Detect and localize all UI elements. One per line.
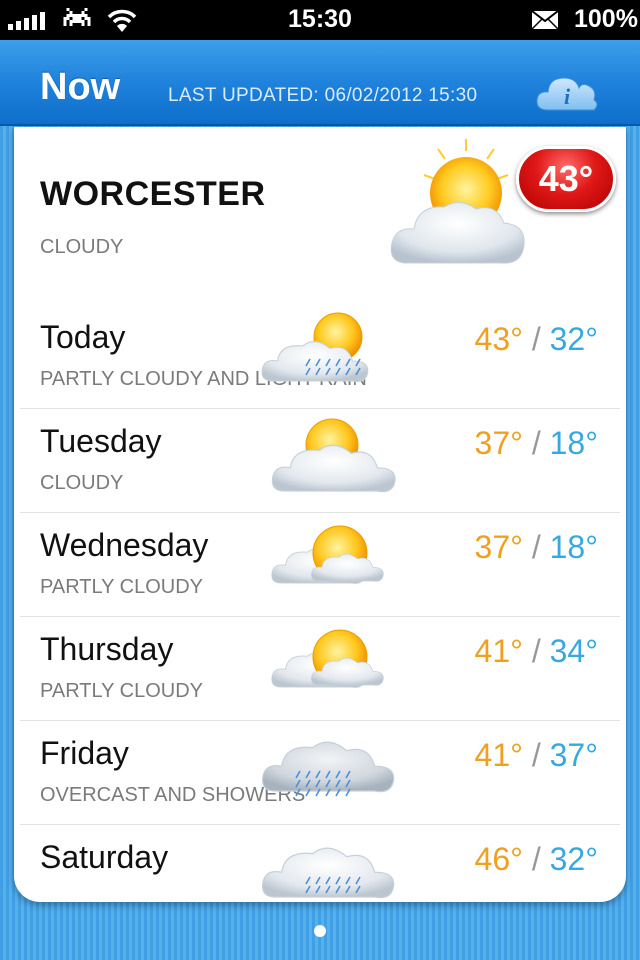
temp-separator: / <box>531 633 541 669</box>
temp-separator: / <box>531 321 541 357</box>
day-description: PARTLY CLOUDY <box>40 680 204 702</box>
sun-cloud-icon <box>250 413 400 493</box>
forecast-row-saturday[interactable]: Saturday 46° / 32° <box>20 825 620 902</box>
forecast-row-wednesday[interactable]: Wednesday PARTLY CLOUDY 37° / 18° <box>20 513 620 617</box>
high-temp: 46° <box>474 841 523 877</box>
low-temp: 18° <box>549 529 598 565</box>
low-temp: 32° <box>549 321 598 357</box>
high-temp: 41° <box>474 737 523 773</box>
high-temp: 37° <box>474 529 523 565</box>
info-cloud-icon[interactable]: i <box>534 70 600 116</box>
sun-cloud-icon <box>250 517 400 597</box>
forecast-row-tuesday[interactable]: Tuesday CLOUDY 37° / 18° <box>20 409 620 513</box>
temperature-range: 43° / 32° <box>475 321 598 358</box>
day-name: Friday <box>40 735 129 771</box>
temperature-range: 41° / 34° <box>475 633 598 670</box>
city-name: WORCESTER <box>40 175 266 213</box>
day-name: Wednesday <box>40 527 209 563</box>
temperature-range: 46° / 32° <box>475 841 598 878</box>
temp-separator: / <box>531 737 541 773</box>
current-temp-badge: 43° <box>516 146 616 212</box>
status-bar: 15:30 100% <box>0 0 640 40</box>
high-temp: 37° <box>474 425 523 461</box>
sun-cloud-icon <box>250 621 400 701</box>
day-description: CLOUDY <box>40 472 124 494</box>
current-condition: CLOUDY <box>40 236 124 258</box>
forecast-row-today[interactable]: Today PARTLY CLOUDY AND LIGHT RAIN 43° /… <box>20 305 620 409</box>
temperature-range: 37° / 18° <box>475 529 598 566</box>
battery-label: 100% <box>574 5 638 33</box>
day-name: Saturday <box>40 839 169 875</box>
temperature-range: 37° / 18° <box>475 425 598 462</box>
temp-separator: / <box>531 841 541 877</box>
temp-separator: / <box>531 425 541 461</box>
low-temp: 32° <box>549 841 598 877</box>
svg-text:i: i <box>564 84 571 109</box>
day-description: PARTLY CLOUDY <box>40 576 204 598</box>
temperature-range: 41° / 37° <box>475 737 598 774</box>
day-name: Today <box>40 319 126 355</box>
last-updated-label: LAST UPDATED: 06/02/2012 15:30 <box>168 85 478 106</box>
day-name: Thursday <box>40 631 174 667</box>
high-temp: 41° <box>474 633 523 669</box>
mail-icon <box>531 10 559 30</box>
forecast-row-friday[interactable]: Friday OVERCAST AND SHOWERS 41° / 37° <box>20 721 620 825</box>
high-temp: 43° <box>474 321 523 357</box>
low-temp: 37° <box>549 737 598 773</box>
sun-cloud-rain-icon <box>250 309 400 389</box>
low-temp: 34° <box>549 633 598 669</box>
weather-card: WORCESTER CLOUDY 43° Today PARTLY CLOUDY… <box>14 127 626 902</box>
forecast-row-thursday[interactable]: Thursday PARTLY CLOUDY 41° / 34° <box>20 617 620 721</box>
forecast-list: Today PARTLY CLOUDY AND LIGHT RAIN 43° /… <box>20 305 620 902</box>
low-temp: 18° <box>549 425 598 461</box>
day-name: Tuesday <box>40 423 162 459</box>
page-title: Now <box>40 66 121 108</box>
temp-separator: / <box>531 529 541 565</box>
sun-cloud-icon <box>390 139 525 264</box>
cloud-rain-icon <box>250 725 400 805</box>
page-indicator-dot[interactable] <box>314 925 326 937</box>
header-bar: Now LAST UPDATED: 06/02/2012 15:30 i <box>0 40 640 126</box>
cloud-rain-icon <box>250 829 400 902</box>
